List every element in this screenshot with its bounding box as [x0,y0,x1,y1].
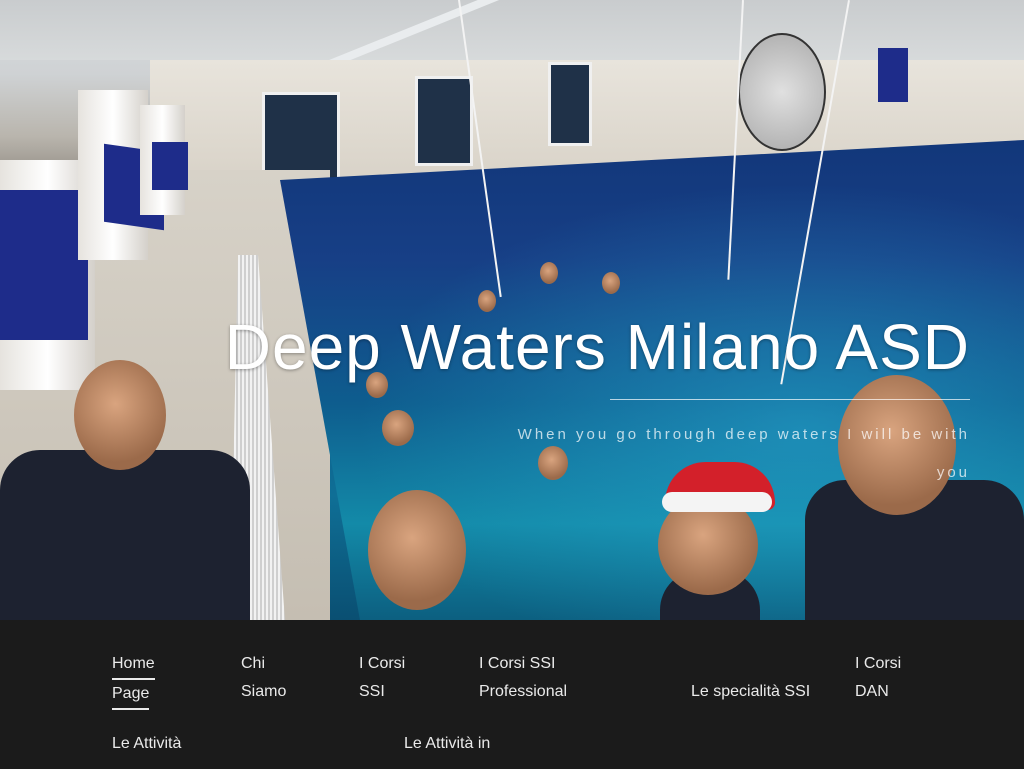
swimmer-face [478,290,496,312]
swimmer-face [382,410,414,446]
swimmer-face [540,262,558,284]
banner [0,190,88,340]
half-circle-logo-icon[interactable] [0,743,26,769]
title-divider [610,399,970,400]
reflector-disc [738,33,826,151]
nav-item-attivita[interactable]: Le Attività [112,730,232,758]
santa-hat-rim [662,492,772,512]
diver-suit [0,450,250,620]
site-tagline: When you go through deep waters I will b… [517,426,970,481]
hero-image: Deep Waters Milano ASD When you go throu… [0,0,1024,620]
pool-ceiling [0,0,1024,60]
nav-item-corsi-dan[interactable]: I Corsi DAN [855,650,915,706]
banner [152,142,188,190]
nav-item-chi-siamo[interactable]: Chi Siamo [241,650,301,706]
window [548,62,592,146]
window [415,76,473,166]
nav-item-corsi-ssi-professional[interactable]: I Corsi SSI Professional [479,650,579,706]
site-title: Deep Waters Milano ASD [224,311,970,383]
nav-item-specialita-ssi[interactable]: Le specialità SSI [691,678,831,706]
main-navigation: Home Page Chi Siamo I Corsi SSI I Corsi … [0,620,1024,768]
diver-face [74,360,166,470]
nav-item-label: Home [112,650,155,680]
swimmer-face [602,272,620,294]
banner [878,48,908,102]
diver-face [368,490,466,610]
nav-item-home-page[interactable]: Home Page [112,650,192,710]
nav-item-corsi-ssi[interactable]: I Corsi SSI [359,650,419,706]
nav-item-attivita-in[interactable]: Le Attività in [404,730,524,758]
nav-item-label: Page [112,680,149,710]
